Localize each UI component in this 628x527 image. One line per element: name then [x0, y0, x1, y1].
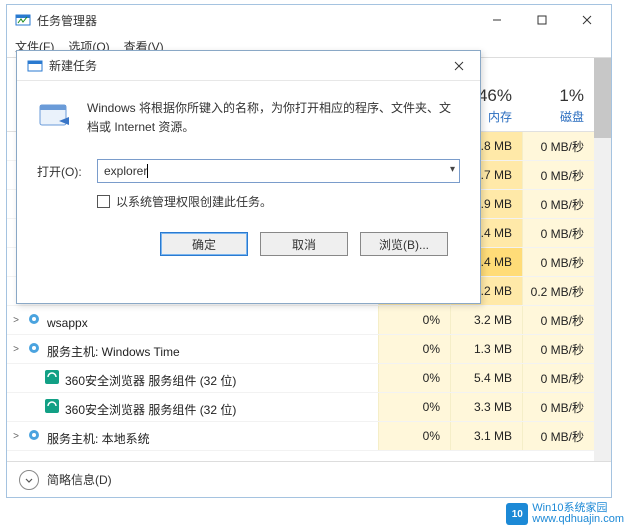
memory-cell: 3.2 MB	[450, 306, 522, 334]
process-name: 服务主机: Windows Time	[25, 339, 378, 360]
expand-toggle[interactable]: >	[7, 315, 25, 326]
disk-cell: 0 MB/秒	[522, 364, 594, 392]
cpu-cell: 0%	[378, 306, 450, 334]
admin-checkbox[interactable]	[97, 195, 110, 208]
minimize-button[interactable]	[474, 5, 519, 35]
table-row[interactable]: >服务主机: 本地系统0%3.1 MB0 MB/秒	[7, 422, 611, 451]
chevron-down-icon[interactable]: ▾	[450, 164, 455, 175]
new-task-dialog: 新建任务 Windows 将根据你所键入的名称，为你打开相应的程序、文件夹、文档…	[16, 50, 481, 304]
title-bar[interactable]: 任务管理器	[7, 5, 611, 35]
run-icon	[37, 99, 73, 135]
window-title: 任务管理器	[37, 12, 474, 29]
open-label: 打开(O):	[37, 163, 89, 180]
text-caret	[147, 164, 148, 178]
disk-cell: 0 MB/秒	[522, 335, 594, 363]
watermark: 10 Win10系统家园 www.qdhuajin.com	[506, 503, 624, 525]
memory-cell: 5.4 MB	[450, 364, 522, 392]
disk-cell: 0 MB/秒	[522, 219, 594, 247]
table-row[interactable]: 360安全浏览器 服务组件 (32 位)0%3.3 MB0 MB/秒	[7, 393, 611, 422]
browse-button[interactable]: 浏览(B)...	[360, 232, 448, 256]
table-row[interactable]: >wsappx0%3.2 MB0 MB/秒	[7, 306, 611, 335]
brief-info-toggle[interactable]: 简略信息(D)	[47, 471, 112, 488]
watermark-badge: 10	[506, 503, 528, 525]
disk-cell: 0 MB/秒	[522, 306, 594, 334]
disk-cell: 0 MB/秒	[522, 422, 594, 450]
chevron-down-icon[interactable]	[19, 470, 39, 490]
disk-cell: 0 MB/秒	[522, 248, 594, 276]
ok-button[interactable]: 确定	[160, 232, 248, 256]
app-icon	[15, 12, 31, 28]
disk-cell: 0 MB/秒	[522, 161, 594, 189]
expand-toggle[interactable]: >	[7, 431, 25, 442]
open-input[interactable]: explorer ▾	[97, 159, 460, 183]
process-name: 360安全浏览器 服务组件 (32 位)	[25, 368, 378, 389]
process-name: 服务主机: 本地系统	[25, 426, 378, 447]
dialog-title-bar[interactable]: 新建任务	[17, 51, 480, 81]
process-name: 360安全浏览器 服务组件 (32 位)	[25, 397, 378, 418]
process-icon	[25, 310, 43, 328]
table-row[interactable]: 360安全浏览器 服务组件 (32 位)0%5.4 MB0 MB/秒	[7, 364, 611, 393]
dialog-title: 新建任务	[49, 57, 444, 74]
maximize-button[interactable]	[519, 5, 564, 35]
dialog-icon	[27, 58, 43, 74]
open-input-value: explorer	[104, 164, 147, 178]
watermark-line2: www.qdhuajin.com	[532, 514, 624, 525]
disk-cell: 0.2 MB/秒	[522, 277, 594, 305]
process-name: wsappx	[25, 310, 378, 330]
memory-cell: 1.3 MB	[450, 335, 522, 363]
scrollbar[interactable]	[594, 58, 611, 461]
process-icon	[25, 426, 43, 444]
footer: 简略信息(D)	[7, 461, 611, 497]
memory-cell: 3.3 MB	[450, 393, 522, 421]
disk-cell: 0 MB/秒	[522, 190, 594, 218]
process-icon	[25, 339, 43, 357]
table-row[interactable]: >服务主机: Windows Time0%1.3 MB0 MB/秒	[7, 335, 611, 364]
expand-toggle[interactable]: >	[7, 344, 25, 355]
process-icon	[43, 397, 61, 415]
process-icon	[43, 368, 61, 386]
admin-checkbox-label: 以系统管理权限创建此任务。	[116, 193, 272, 210]
dialog-message: Windows 将根据你所键入的名称，为你打开相应的程序、文件夹、文档或 Int…	[87, 99, 460, 137]
memory-cell: 3.1 MB	[450, 422, 522, 450]
disk-cell: 0 MB/秒	[522, 132, 594, 160]
close-button[interactable]	[564, 5, 609, 35]
cpu-cell: 0%	[378, 364, 450, 392]
disk-column-header[interactable]: 1% 磁盘	[522, 86, 594, 131]
cpu-cell: 0%	[378, 393, 450, 421]
cpu-cell: 0%	[378, 422, 450, 450]
disk-cell: 0 MB/秒	[522, 393, 594, 421]
close-icon[interactable]	[444, 51, 474, 80]
cancel-button[interactable]: 取消	[260, 232, 348, 256]
cpu-cell: 0%	[378, 335, 450, 363]
